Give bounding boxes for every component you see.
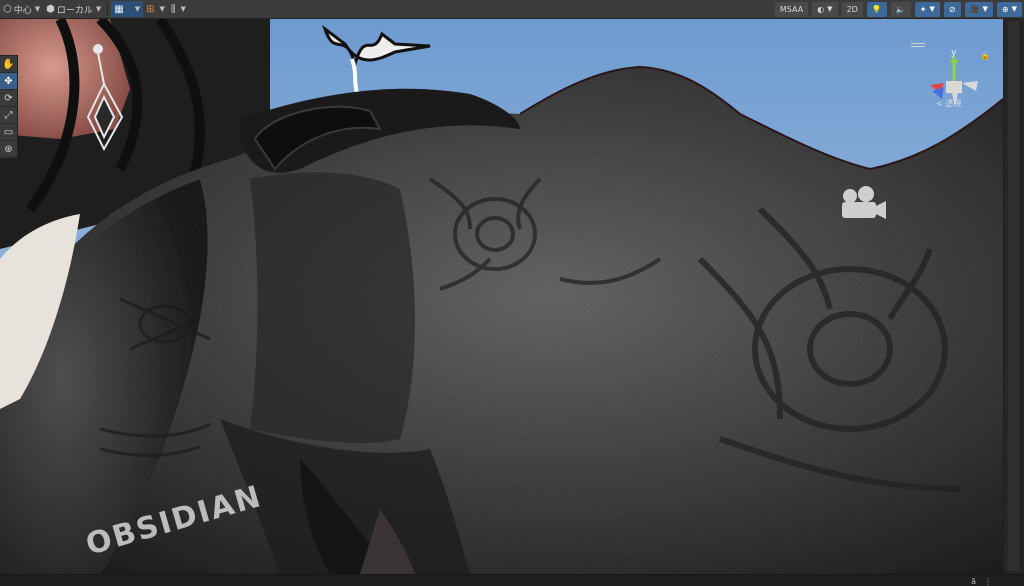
chevron-down-icon: ▼ xyxy=(159,5,165,13)
transform-tool-button[interactable]: ⊛ xyxy=(0,141,17,158)
center-fold xyxy=(250,172,415,444)
scale-tool-button[interactable]: ⤢ xyxy=(0,107,17,124)
move-arrows-icon: ✥ xyxy=(4,75,13,87)
msaa-button[interactable]: MSAA xyxy=(774,1,809,17)
status-icons: ā ⋮ xyxy=(971,575,992,586)
scene-view-window: ⬡ 中心 ▼ ⬢ ローカル ▼ ▦ ▼ ⊞ ▼ ⫼ ▼ MSAA ◐ ▼ 2D … xyxy=(0,0,1024,586)
pivot-center-icon: ⬡ xyxy=(3,3,12,15)
snap-button[interactable]: ⊞ ▼ xyxy=(143,1,168,17)
camera-settings-dropdown[interactable]: 🎥 ▼ xyxy=(964,1,993,17)
chevron-down-icon: ▼ xyxy=(827,5,833,13)
pivot-label: 中心 xyxy=(13,5,32,16)
snap-icon: ⊞ xyxy=(146,3,155,15)
light-bulb-icon: 💡 xyxy=(871,4,882,14)
space-label: ローカル xyxy=(56,5,93,16)
move-tool-button[interactable]: ✥ xyxy=(0,73,17,90)
transform-icon: ⊛ xyxy=(4,143,13,155)
transform-settings: ⬡ 中心 ▼ ⬢ ローカル ▼ xyxy=(0,0,104,18)
hidden-objects-toggle[interactable]: ⊘ xyxy=(943,1,961,17)
tool-palette: ✋ ✥ ⟳ ⤢ ▭ ⊛ xyxy=(0,55,18,159)
perspective-label[interactable]: < 透視 xyxy=(936,98,961,109)
view-options: MSAA ◐ ▼ 2D 💡 🔈 ✦ ▼ ⊘ 🎥 ▼ ⊕ ▼ xyxy=(773,0,1024,18)
space-dropdown[interactable]: ⬢ ローカル ▼ xyxy=(43,1,104,17)
rotate-icon: ⟳ xyxy=(4,92,13,104)
increment-snap-button[interactable]: ⫼ ▼ xyxy=(168,1,189,17)
status-bar: ā ⋮ xyxy=(0,574,1024,586)
pivot-dropdown[interactable]: ⬡ 中心 ▼ xyxy=(0,1,43,17)
gizmo-y-label: y xyxy=(951,48,957,58)
status-icon-a[interactable]: ā xyxy=(971,577,976,586)
effects-dropdown[interactable]: ✦ ▼ xyxy=(914,1,940,17)
shading-mode-icon: ◐ xyxy=(817,4,825,14)
grid-icon: ▦ xyxy=(114,3,124,15)
chevron-down-icon: ▼ xyxy=(1011,5,1017,13)
rect-tool-button[interactable]: ▭ xyxy=(0,124,17,141)
vertical-scrollbar[interactable] xyxy=(1003,19,1024,574)
speaker-icon: 🔈 xyxy=(895,4,906,14)
effects-layers-icon: ✦ xyxy=(919,4,927,14)
scene-camera-icon[interactable] xyxy=(838,184,888,224)
rotate-tool-button[interactable]: ⟳ xyxy=(0,90,17,107)
gizmo-center-cube xyxy=(946,81,962,93)
scene-render xyxy=(0,19,1003,574)
scale-icon: ⤢ xyxy=(4,109,13,121)
scrollbar-thumb[interactable] xyxy=(1008,21,1019,571)
grid-toggle-button[interactable]: ▦ xyxy=(111,1,129,17)
chevron-down-icon: ▼ xyxy=(95,5,102,13)
audio-toggle-button[interactable]: 🔈 xyxy=(890,1,911,17)
toggle-2d-button[interactable]: 2D xyxy=(841,1,863,17)
eye-slash-icon: ⊘ xyxy=(948,4,956,14)
rect-transform-icon: ▭ xyxy=(3,126,14,138)
hand-icon: ✋ xyxy=(2,58,15,70)
orientation-gizmo[interactable]: y xyxy=(910,47,990,142)
grid-snap-settings: ▦ ▼ ⊞ ▼ ⫼ ▼ xyxy=(111,0,189,18)
increment-snap-icon: ⫼ xyxy=(170,3,176,15)
draw-mode-dropdown[interactable]: ◐ ▼ xyxy=(812,1,838,17)
chevron-down-icon: ▼ xyxy=(34,5,41,13)
hand-tool-button[interactable]: ✋ xyxy=(0,56,17,73)
chevron-down-icon: ▼ xyxy=(929,5,935,13)
toolbar-divider xyxy=(107,2,109,16)
gizmos-dropdown[interactable]: ⊕ ▼ xyxy=(996,1,1022,17)
grid-dropdown[interactable]: ▼ xyxy=(128,1,144,17)
chevron-down-icon: ▼ xyxy=(982,5,988,13)
scene-toolbar: ⬡ 中心 ▼ ⬢ ローカル ▼ ▦ ▼ ⊞ ▼ ⫼ ▼ MSAA ◐ ▼ 2D … xyxy=(0,0,1024,19)
camera-icon: 🎥 xyxy=(969,4,980,14)
status-menu-icon[interactable]: ⋮ xyxy=(984,577,992,586)
chevron-down-icon: ▼ xyxy=(180,5,186,13)
gizmos-globe-icon: ⊕ xyxy=(1001,4,1009,14)
chevron-down-icon: ▼ xyxy=(134,5,141,13)
lighting-toggle-button[interactable]: 💡 xyxy=(866,1,887,17)
scene-viewport[interactable]: OBSIDIAN ✋ ✥ ⟳ ⤢ ▭ ⊛ 🔒 y < 透視 xyxy=(0,19,1003,574)
local-cube-icon: ⬢ xyxy=(46,3,55,15)
